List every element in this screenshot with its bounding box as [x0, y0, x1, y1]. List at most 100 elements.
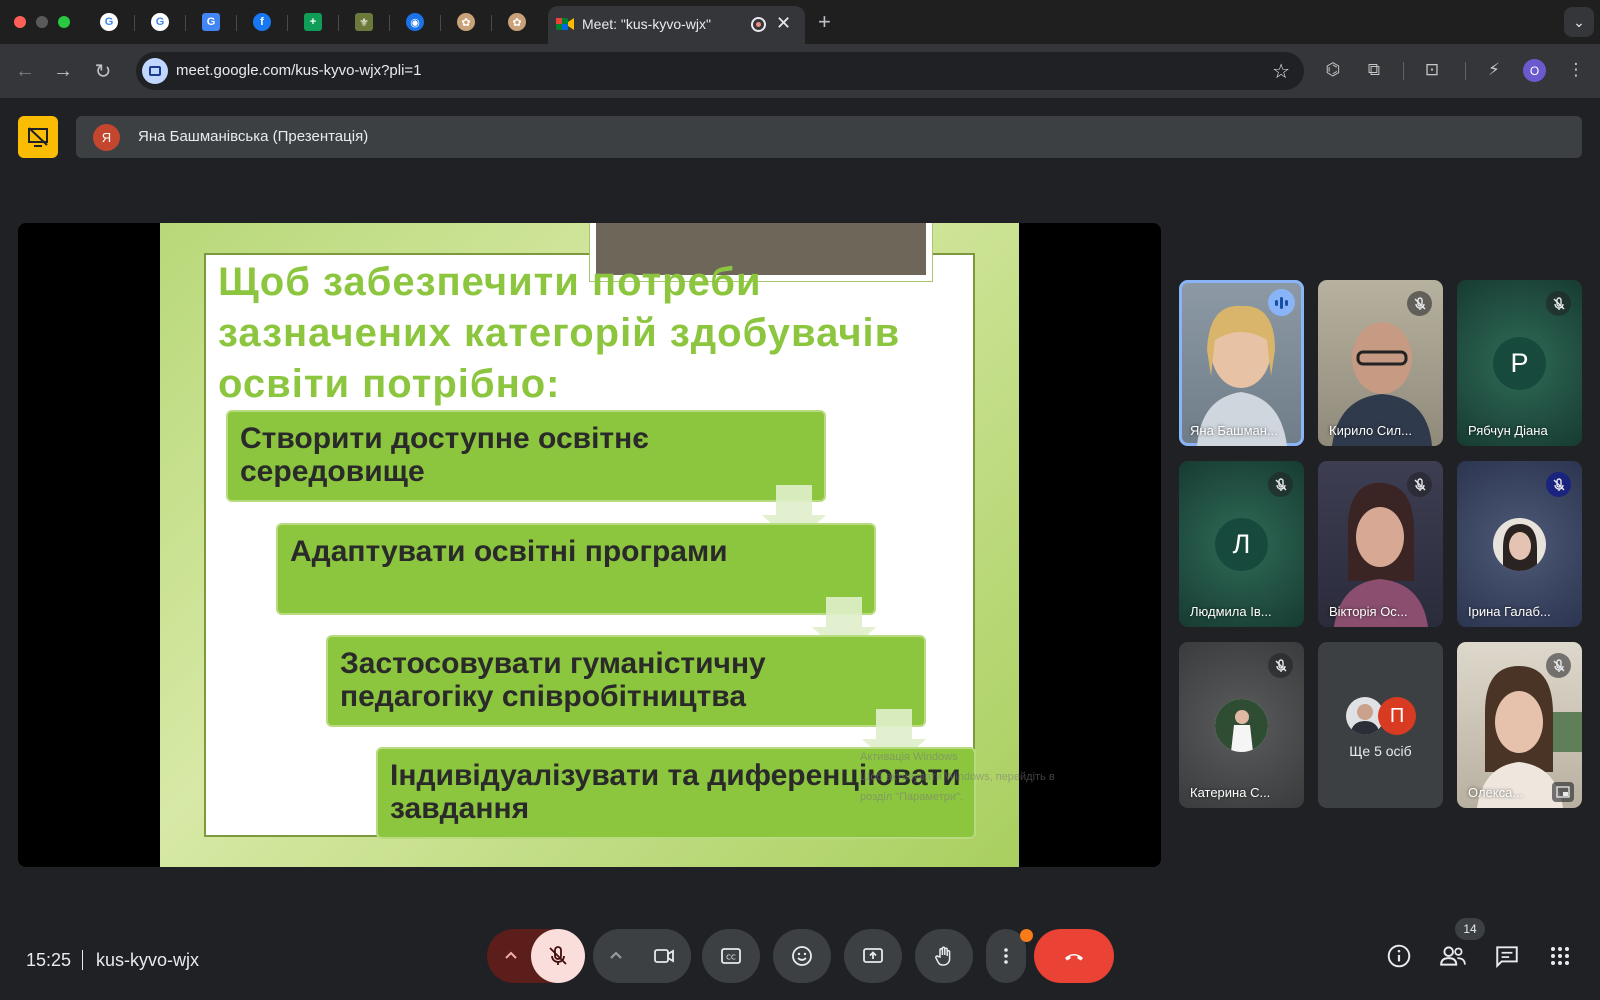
present-screen-button[interactable] — [844, 929, 902, 983]
participant-avatar — [1493, 518, 1546, 571]
speaking-indicator-icon — [1268, 289, 1295, 316]
active-tab[interactable]: Meet: "kus-kyvo-wjx" ✕ — [548, 6, 805, 44]
camera-button[interactable] — [637, 929, 691, 983]
site-info-icon[interactable] — [142, 58, 168, 84]
tab-facebook-icon[interactable]: f — [253, 13, 271, 31]
activities-grid-icon[interactable] — [1546, 942, 1574, 970]
participant-name: Рябчун Діана — [1468, 423, 1548, 438]
emoji-icon — [792, 946, 812, 966]
extensions-puzzle-icon[interactable]: ⧉ — [1363, 59, 1385, 81]
microphone-button[interactable] — [531, 929, 585, 983]
participant-avatar — [1215, 699, 1268, 752]
slide-step-1: Створити доступне освітнє середовище — [226, 410, 826, 502]
close-window-button[interactable] — [14, 16, 26, 28]
fullscreen-window-button[interactable] — [58, 16, 70, 28]
presentation-stage[interactable]: Щоб забезпечити потреби зазначених катег… — [18, 223, 1161, 867]
people-count-badge: 14 — [1455, 918, 1485, 940]
tab-google-icon[interactable]: G — [100, 13, 118, 31]
participant-tile[interactable]: Кирило Сил... — [1318, 280, 1443, 446]
back-icon[interactable]: ← — [12, 58, 38, 84]
participant-name: Людмила Ів... — [1190, 604, 1272, 619]
muted-mic-icon — [1546, 653, 1571, 678]
address-bar[interactable]: meet.google.com/kus-kyvo-wjx?pli=1 ☆ — [136, 52, 1304, 90]
muted-mic-icon — [1268, 653, 1293, 678]
more-vert-icon — [1004, 948, 1008, 964]
tab-emblem-icon[interactable]: ⚜ — [355, 13, 373, 31]
participant-avatar: Л — [1215, 518, 1268, 571]
muted-mic-icon — [1546, 472, 1571, 497]
meeting-details-icon[interactable] — [1385, 942, 1413, 970]
url-text[interactable]: meet.google.com/kus-kyvo-wjx?pli=1 — [176, 62, 422, 79]
participant-name: Вікторія Ос... — [1329, 604, 1408, 619]
browser-tab-strip: G G G f + ⚜ ◉ ✿ ✿ Meet: "kus-kyvo-wjx" ✕… — [0, 0, 1600, 44]
participant-tile[interactable]: Р Рябчун Діана — [1457, 280, 1582, 446]
reload-icon[interactable]: ↻ — [90, 58, 116, 84]
meeting-code: kus-kyvo-wjx — [96, 950, 200, 970]
participant-tile[interactable]: Л Людмила Ів... — [1179, 461, 1304, 627]
mic-off-icon — [549, 946, 567, 965]
tab-target-icon[interactable]: ◉ — [406, 13, 424, 31]
participant-name: Яна Башман... — [1190, 423, 1278, 438]
reactions-button[interactable] — [773, 929, 831, 983]
participant-tile[interactable]: Ірина Галаб... — [1457, 461, 1582, 627]
tab-translate-icon[interactable]: G — [202, 13, 220, 31]
slide-step-2: Адаптувати освітні програми — [276, 523, 876, 615]
leave-call-button[interactable] — [1034, 929, 1114, 983]
tab-search-button[interactable]: ⌄ — [1564, 7, 1594, 37]
muted-mic-icon — [1546, 291, 1571, 316]
screen-capture-icon[interactable]: ⊡ — [1421, 59, 1443, 81]
muted-mic-icon — [1268, 472, 1293, 497]
muted-mic-icon — [1407, 291, 1432, 316]
tab-crest-icon[interactable]: ✿ — [508, 13, 526, 31]
incognito-extension-icon[interactable]: ⌬ — [1322, 59, 1344, 81]
participant-tile[interactable]: Олекса... — [1457, 642, 1582, 808]
new-tab-button[interactable]: + — [818, 9, 831, 35]
participant-tile[interactable]: Вікторія Ос... — [1318, 461, 1443, 627]
participant-tile[interactable]: Яна Башман... — [1179, 280, 1304, 446]
participant-avatar: П — [1378, 697, 1416, 735]
camera-icon — [654, 949, 674, 963]
presenter-avatar: Я — [93, 124, 120, 151]
tab-sheets-icon[interactable]: + — [304, 13, 322, 31]
more-participants-tile[interactable]: П Ще 5 осіб — [1318, 642, 1443, 808]
meet-main: Я Яна Башманівська (Презентація) Щоб заб… — [0, 98, 1600, 1000]
minimize-window-button[interactable] — [36, 16, 48, 28]
participant-name: Катерина С... — [1190, 785, 1271, 800]
captions-icon: CC — [721, 948, 741, 964]
people-icon[interactable] — [1439, 942, 1467, 970]
more-participants-label: Ще 5 осіб — [1349, 743, 1412, 759]
close-tab-icon[interactable]: ✕ — [776, 13, 791, 34]
video-options-button[interactable] — [593, 929, 639, 983]
chat-icon[interactable] — [1493, 942, 1521, 970]
participant-name: Кирило Сил... — [1329, 423, 1412, 438]
performance-icon[interactable]: ⚡ — [1483, 59, 1505, 81]
participant-tile[interactable]: Катерина С... — [1179, 642, 1304, 808]
tab-google-icon[interactable]: G — [151, 13, 169, 31]
svg-text:CC: CC — [726, 954, 736, 962]
presentation-toggle-button[interactable] — [18, 116, 58, 158]
present-screen-icon — [863, 948, 883, 963]
recording-icon — [751, 17, 766, 32]
browser-menu-icon[interactable]: ⋮ — [1565, 59, 1587, 81]
chevron-up-icon — [610, 951, 622, 959]
raise-hand-icon — [935, 946, 951, 966]
active-tab-title: Meet: "kus-kyvo-wjx" — [582, 16, 711, 32]
end-call-icon — [1065, 954, 1083, 961]
muted-mic-icon — [1407, 472, 1432, 497]
picture-in-picture-icon[interactable] — [1552, 782, 1574, 802]
bookmark-star-icon[interactable]: ☆ — [1272, 59, 1290, 84]
raise-hand-button[interactable] — [915, 929, 973, 983]
meeting-time: 15:25 — [26, 950, 72, 970]
forward-icon[interactable]: → — [50, 58, 76, 84]
slide-step-3: Застосовувати гуманістичну педагогіку сп… — [326, 635, 926, 727]
participant-avatar: Р — [1493, 337, 1546, 390]
chevron-up-icon — [505, 951, 517, 959]
presenter-bar[interactable]: Я Яна Башманівська (Презентація) — [76, 116, 1582, 158]
browser-toolbar: ← → ↻ meet.google.com/kus-kyvo-wjx?pli=1… — [0, 44, 1600, 98]
captions-button[interactable]: CC — [702, 929, 760, 983]
audio-options-button[interactable] — [487, 929, 535, 983]
tab-crest-icon[interactable]: ✿ — [457, 13, 475, 31]
presenter-name: Яна Башманівська (Презентація) — [138, 128, 369, 145]
profile-avatar[interactable]: O — [1523, 59, 1546, 82]
google-meet-icon — [556, 18, 574, 30]
